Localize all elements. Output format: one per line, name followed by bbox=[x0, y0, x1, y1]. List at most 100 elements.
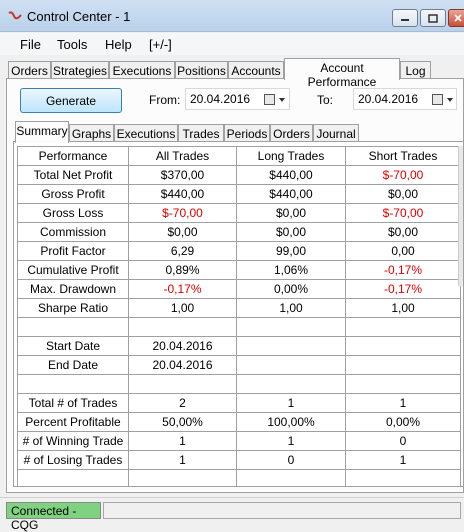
row-label: Profit Factor bbox=[17, 241, 129, 261]
table-row[interactable]: Cumulative Profit 0,89% 1,06% -0,17% bbox=[17, 260, 461, 280]
table-row[interactable]: # of Losing Trades 1 0 1 bbox=[17, 450, 461, 470]
minimize-button[interactable] bbox=[392, 9, 418, 27]
row-label: Total Net Profit bbox=[17, 165, 129, 185]
subtab-periods[interactable]: Periods bbox=[224, 124, 270, 142]
subtab-summary[interactable]: Summary bbox=[15, 121, 69, 143]
table-row[interactable]: Start Date 20.04.2016 bbox=[17, 336, 461, 356]
table-cell: $370,00 bbox=[128, 165, 237, 185]
table-row[interactable]: End Date 20.04.2016 bbox=[17, 355, 461, 375]
menu-tools[interactable]: Tools bbox=[57, 37, 87, 52]
menu-help[interactable]: Help bbox=[105, 37, 132, 52]
table-row[interactable]: Total # of Trades 2 1 1 bbox=[17, 393, 461, 413]
table-cell: 1,06% bbox=[236, 260, 346, 280]
table-cell bbox=[236, 317, 346, 337]
control-center-window: Control Center - 1 File Tools Help [+/-]… bbox=[0, 0, 464, 532]
table-cell bbox=[128, 469, 237, 486]
table-cell: $440,00 bbox=[236, 165, 346, 185]
generate-button[interactable]: Generate bbox=[20, 88, 122, 113]
to-date-value: 20.04.2016 bbox=[358, 92, 419, 106]
maximize-icon bbox=[428, 13, 438, 23]
table-row[interactable] bbox=[17, 374, 461, 394]
table-cell: $-70,00 bbox=[345, 165, 461, 185]
table-cell bbox=[236, 469, 346, 486]
menu-expand-collapse[interactable]: [+/-] bbox=[149, 37, 172, 52]
row-label: Start Date bbox=[17, 336, 129, 356]
table-cell bbox=[345, 469, 461, 486]
table-cell: 1 bbox=[236, 393, 346, 413]
connection-status: Connected - CQG bbox=[6, 502, 101, 532]
table-cell: 1 bbox=[345, 450, 461, 470]
performance-table: Performance All Trades Long Trades Short… bbox=[17, 146, 461, 486]
table-row[interactable]: Sharpe Ratio 1,00 1,00 1,00 bbox=[17, 298, 461, 318]
table-cell: -0,17% bbox=[128, 279, 237, 299]
from-date-picker[interactable]: 20.04.2016 bbox=[185, 88, 290, 110]
table-row[interactable] bbox=[17, 317, 461, 337]
subtab-executions[interactable]: Executions bbox=[114, 124, 178, 142]
close-button[interactable] bbox=[448, 9, 464, 27]
table-cell: $-70,00 bbox=[345, 203, 461, 223]
table-row[interactable]: Commission $0,00 $0,00 $0,00 bbox=[17, 222, 461, 242]
row-label: # of Losing Trades bbox=[17, 450, 129, 470]
table-cell: 1,00 bbox=[128, 298, 237, 318]
close-icon bbox=[454, 14, 462, 22]
column-header[interactable]: Short Trades bbox=[345, 146, 461, 166]
menu-file[interactable]: File bbox=[20, 37, 41, 52]
calendar-icon bbox=[264, 94, 275, 105]
chevron-down-icon bbox=[279, 98, 285, 102]
table-cell: $0,00 bbox=[128, 222, 237, 242]
row-label: Commission bbox=[17, 222, 129, 242]
table-cell bbox=[236, 336, 346, 356]
to-date-picker[interactable]: 20.04.2016 bbox=[353, 88, 457, 110]
row-label: Max. Drawdown bbox=[17, 279, 129, 299]
table-cell: 1 bbox=[128, 431, 237, 451]
table-cell: $0,00 bbox=[345, 222, 461, 242]
table-cell: 99,00 bbox=[236, 241, 346, 261]
table-cell: 1,00 bbox=[236, 298, 346, 318]
from-label: From: bbox=[149, 93, 181, 107]
maximize-button[interactable] bbox=[420, 9, 446, 27]
table-cell bbox=[236, 355, 346, 375]
table-row[interactable]: Total Net Profit $370,00 $440,00 $-70,00 bbox=[17, 165, 461, 185]
menu-bar: File Tools Help [+/-] bbox=[0, 33, 464, 55]
minimize-icon bbox=[401, 19, 409, 21]
table-cell: 1 bbox=[345, 393, 461, 413]
table-cell bbox=[345, 317, 461, 337]
row-label: Gross Profit bbox=[17, 184, 129, 204]
subtab-trades[interactable]: Trades bbox=[178, 124, 224, 142]
table-header-row: Performance All Trades Long Trades Short… bbox=[17, 146, 461, 166]
table-row[interactable]: Profit Factor 6,29 99,00 0,00 bbox=[17, 241, 461, 261]
column-header[interactable]: Long Trades bbox=[236, 146, 346, 166]
table-cell: 0 bbox=[236, 450, 346, 470]
table-row[interactable]: # of Winning Trade 1 1 0 bbox=[17, 431, 461, 451]
table-row[interactable]: Max. Drawdown -0,17% 0,00% -0,17% bbox=[17, 279, 461, 299]
table-cell: 1 bbox=[236, 431, 346, 451]
column-header[interactable]: Performance bbox=[17, 146, 129, 166]
table-cell: $-70,00 bbox=[128, 203, 237, 223]
title-bar[interactable]: Control Center - 1 bbox=[0, 0, 464, 32]
row-label bbox=[17, 469, 129, 486]
table-cell bbox=[345, 355, 461, 375]
subtab-orders[interactable]: Orders bbox=[270, 124, 313, 142]
table-cell: 20.04.2016 bbox=[128, 336, 237, 356]
vertical-scrollbar[interactable] bbox=[458, 146, 463, 286]
table-row[interactable]: Percent Profitable 50,00% 100,00% 0,00% bbox=[17, 412, 461, 432]
tab-account-performance[interactable]: Account Performance bbox=[284, 58, 400, 89]
table-cell bbox=[345, 336, 461, 356]
chevron-down-icon bbox=[447, 98, 453, 102]
window-title: Control Center - 1 bbox=[27, 9, 131, 24]
table-cell bbox=[236, 374, 346, 394]
row-label: # of Winning Trade bbox=[17, 431, 129, 451]
table-row[interactable]: Gross Profit $440,00 $440,00 $0,00 bbox=[17, 184, 461, 204]
table-cell: 50,00% bbox=[128, 412, 237, 432]
row-label bbox=[17, 317, 129, 337]
table-row[interactable] bbox=[17, 469, 461, 486]
row-label: Total # of Trades bbox=[17, 393, 129, 413]
table-cell bbox=[128, 374, 237, 394]
subtab-graphs[interactable]: Graphs bbox=[69, 124, 114, 142]
table-row[interactable]: Gross Loss $-70,00 $0,00 $-70,00 bbox=[17, 203, 461, 223]
table-cell: $440,00 bbox=[128, 184, 237, 204]
table-cell: 0,00% bbox=[345, 412, 461, 432]
column-header[interactable]: All Trades bbox=[128, 146, 237, 166]
subtab-journal[interactable]: Journal bbox=[313, 124, 359, 142]
from-date-value: 20.04.2016 bbox=[190, 92, 251, 106]
